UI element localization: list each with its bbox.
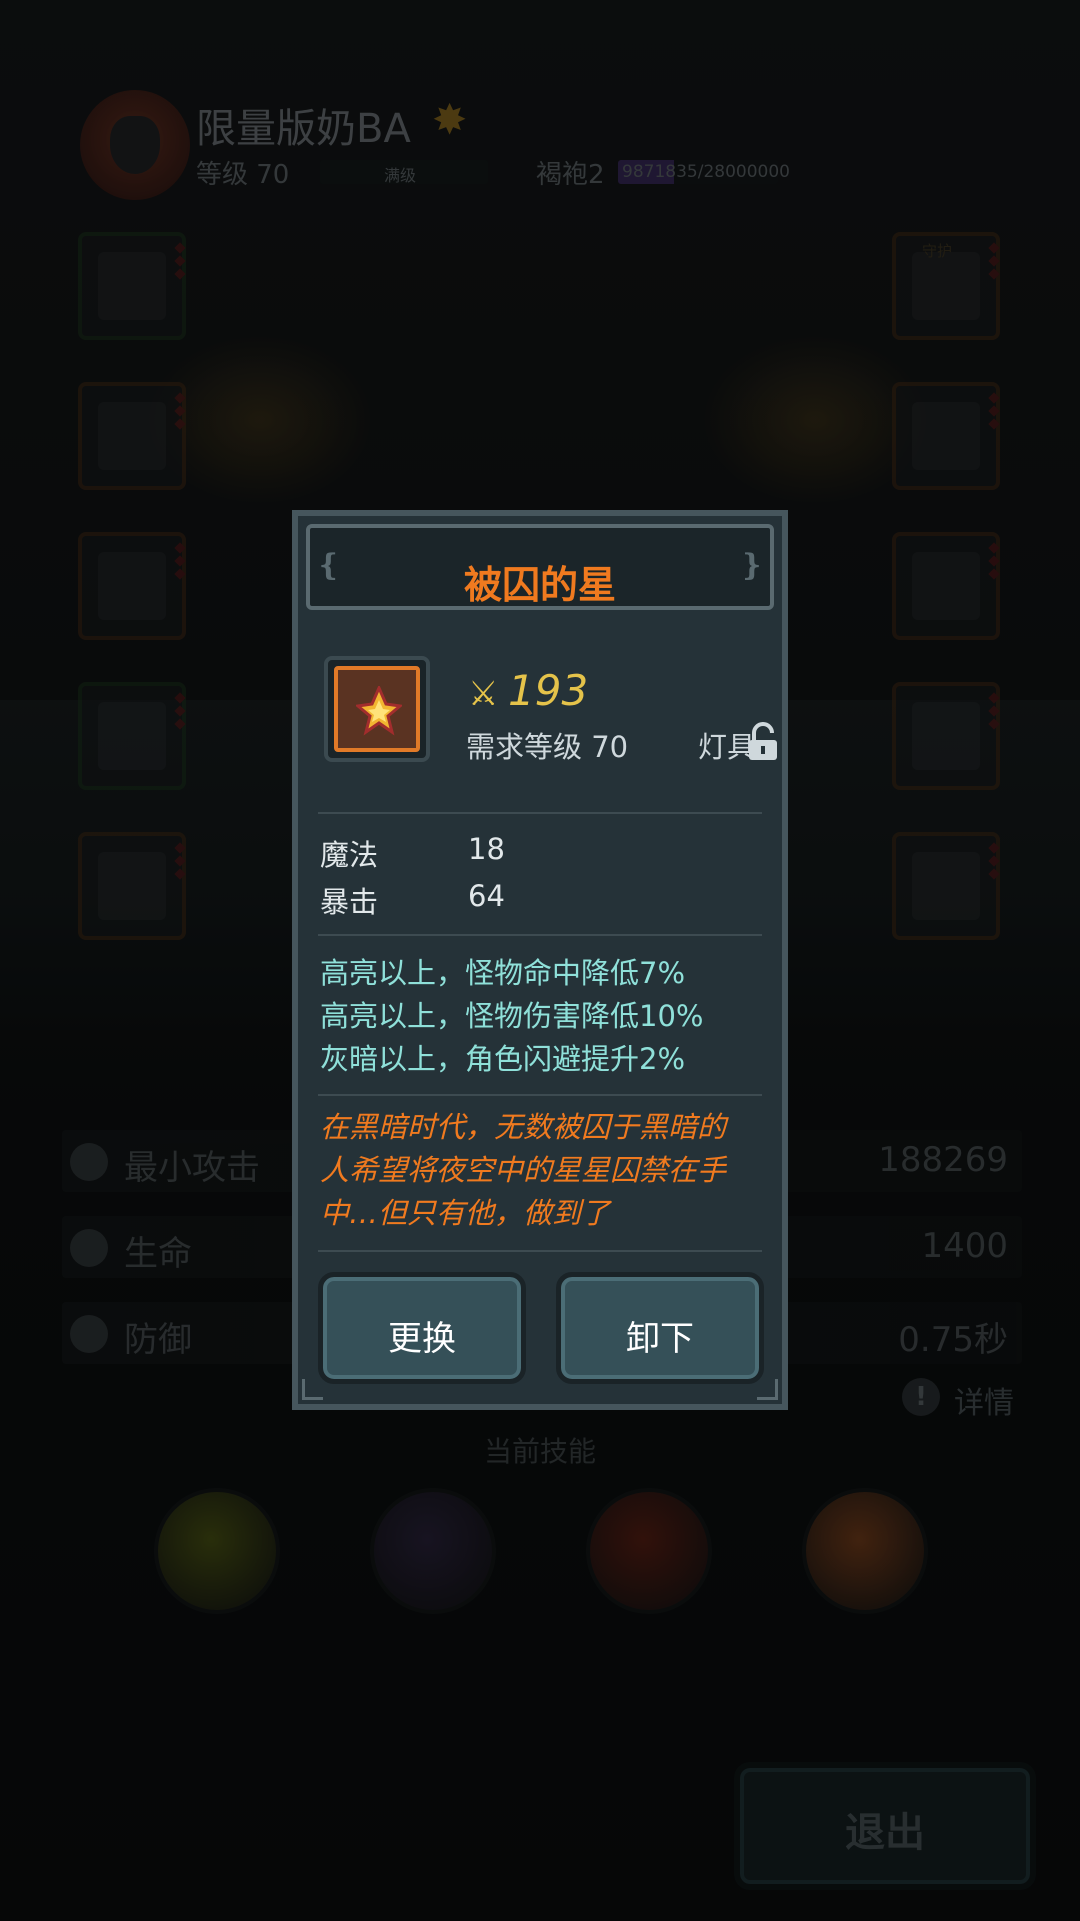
item-requirement: 需求等级 70 [466,730,629,764]
replace-button[interactable]: 更换 [318,1272,526,1384]
lore-line: 在黑暗时代，无数被囚于黑暗的 [320,1110,727,1144]
attr-name-crit: 暴击 [320,885,379,919]
item-title: 被囚的星 [463,563,616,607]
corner-ornament [302,1379,323,1400]
attr-value-magic: 18 [468,832,505,866]
effect-line: 高亮以上，怪物伤害降低10% [320,999,704,1033]
unequip-label: 卸下 [626,1319,694,1359]
captive-star-icon [356,686,402,736]
unequip-button[interactable]: 卸下 [556,1272,764,1384]
lore-line: 人希望将夜空中的星星囚禁在手 [320,1153,727,1187]
effect-line: 高亮以上，怪物命中降低7% [320,956,686,990]
modal-header: ❴ ❵ 被囚的星 [306,524,774,610]
divider [318,1250,762,1252]
lore-line: 中…但只有他，做到了 [320,1196,611,1230]
divider [318,812,762,814]
corner-ornament [757,1379,778,1400]
attr-name-magic: 魔法 [320,838,379,872]
item-power: 193 [508,666,589,715]
divider [318,934,762,936]
item-icon-border [334,666,420,752]
power-icon: ⚔ [468,674,499,714]
unlock-icon[interactable] [746,722,780,762]
replace-label: 更换 [388,1319,456,1359]
item-icon-frame [324,656,430,762]
attr-value-crit: 64 [468,879,505,913]
effect-line: 灰暗以上，角色闪避提升2% [320,1042,686,1076]
item-detail-modal: ❴ ❵ 被囚的星 ⚔ 193 需求等级 70 灯具 魔法 18 暴击 64 高亮… [292,510,788,1410]
divider [318,1094,762,1096]
